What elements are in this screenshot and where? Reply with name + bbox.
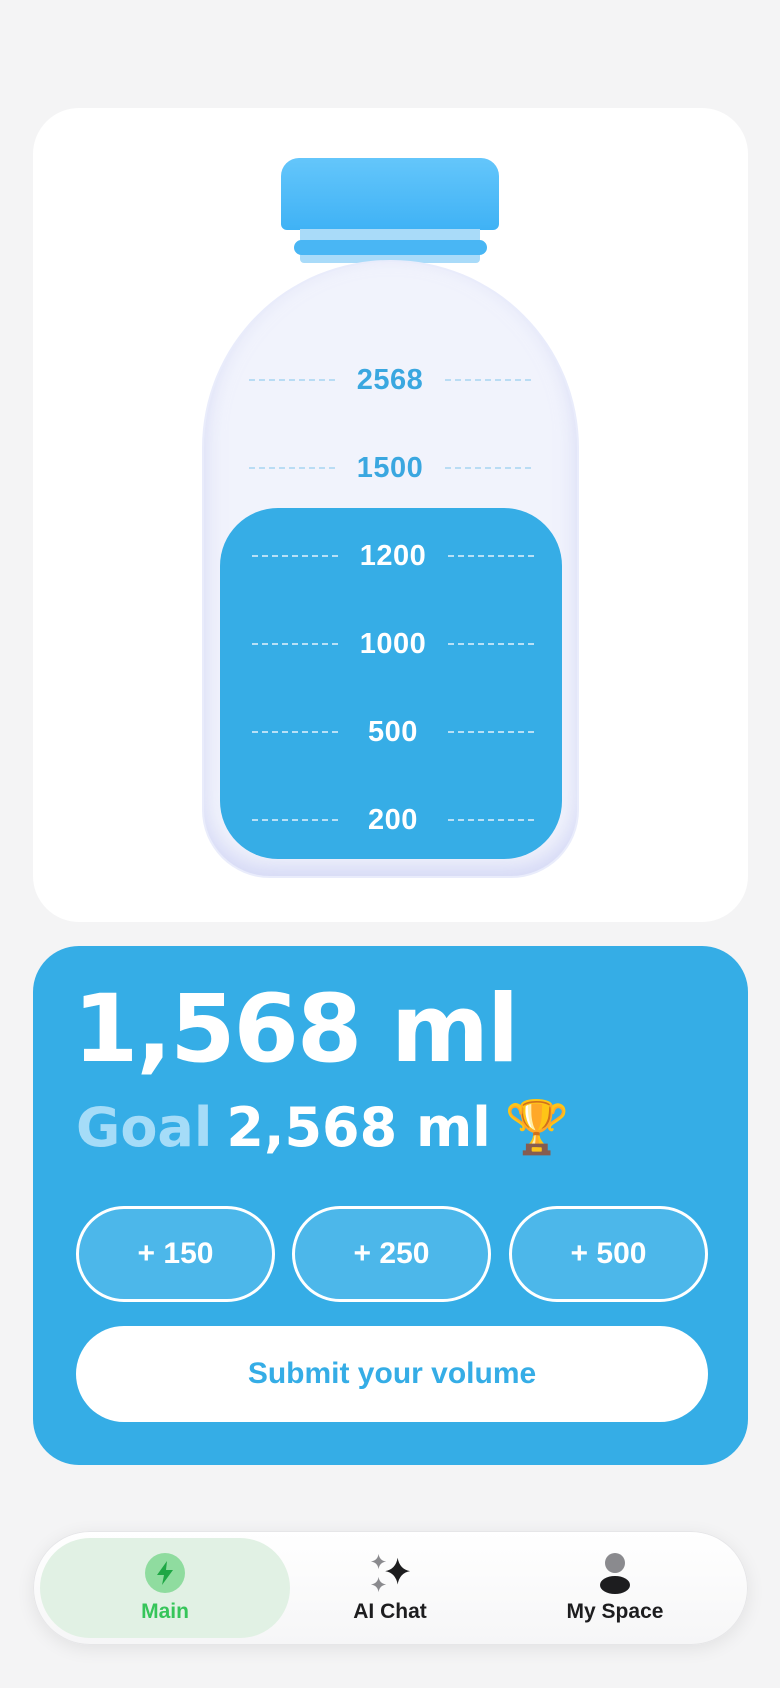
add-150-button[interactable]: + 150 xyxy=(76,1206,275,1302)
volume-mark: 2568 xyxy=(249,360,531,400)
trophy-icon: 🏆 xyxy=(504,1098,570,1158)
volume-mark: 500 xyxy=(252,712,534,752)
volume-mark-label: 1200 xyxy=(359,539,427,572)
tab-my-space[interactable]: My Space xyxy=(520,1538,710,1638)
volume-mark: 1500 xyxy=(249,448,531,488)
current-intake: 1,568 ml xyxy=(73,975,519,1084)
volume-mark-label: 500 xyxy=(368,715,418,748)
tab-ai-chat-label: AI Chat xyxy=(353,1600,427,1623)
tab-main[interactable]: Main xyxy=(40,1538,290,1638)
volume-mark-label: 2568 xyxy=(356,363,424,396)
bottle-cap xyxy=(281,158,499,230)
add-500-button[interactable]: + 500 xyxy=(509,1206,708,1302)
volume-mark-label: 1000 xyxy=(359,627,427,660)
volume-mark: 1000 xyxy=(252,624,534,664)
volume-mark-label: 1500 xyxy=(356,451,424,484)
submit-volume-button[interactable]: Submit your volume xyxy=(76,1326,708,1422)
lightning-icon xyxy=(144,1552,186,1594)
tab-my-space-label: My Space xyxy=(566,1600,664,1623)
goal-row: Goal 2,568 ml 🏆 xyxy=(76,1098,570,1158)
volume-mark: 200 xyxy=(252,800,534,840)
volume-mark-label: 200 xyxy=(368,803,418,836)
goal-label: Goal xyxy=(76,1096,213,1159)
tab-main-label: Main xyxy=(141,1600,189,1623)
tab-ai-chat[interactable]: AI Chat xyxy=(295,1538,485,1638)
bottle-neck-ring xyxy=(294,240,487,255)
sparkle-icon xyxy=(369,1552,411,1594)
volume-mark: 1200 xyxy=(252,536,534,576)
goal-value: 2,568 ml xyxy=(226,1096,491,1159)
add-250-button[interactable]: + 250 xyxy=(292,1206,491,1302)
person-icon xyxy=(594,1552,636,1594)
